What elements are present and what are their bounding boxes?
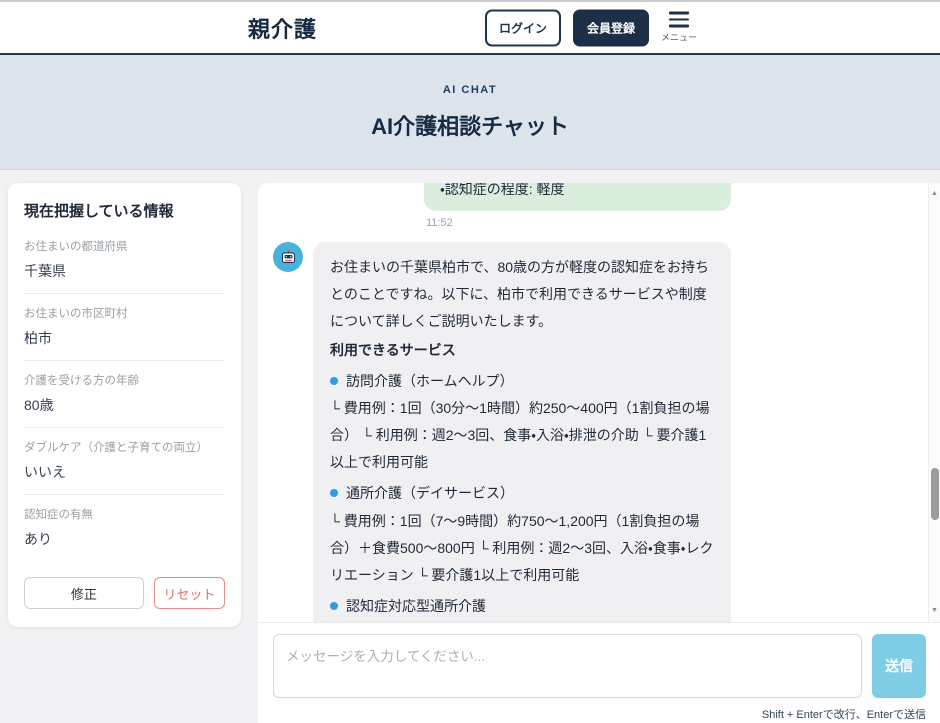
bullet-icon bbox=[330, 489, 338, 497]
user-message: ・認知症の程度: 軽度 11:52 bbox=[424, 183, 731, 229]
message-timestamp: 11:52 bbox=[426, 217, 731, 229]
known-info-panel: 現在把握している情報 お住まいの都道府県 千葉県 お住まいの市区町村 柏市 介護… bbox=[8, 183, 241, 627]
sidebar-buttons: 修正 リセット bbox=[24, 577, 225, 609]
info-label: お住まいの都道府県 bbox=[24, 238, 225, 254]
robot-icon bbox=[280, 249, 297, 266]
info-label: 介護を受ける方の年齢 bbox=[24, 372, 225, 388]
chat-input-row: 送信 bbox=[273, 634, 926, 698]
reset-button[interactable]: リセット bbox=[154, 577, 225, 609]
info-label: ダブルケア（介護と子育ての両立） bbox=[24, 439, 225, 455]
info-label: 認知症の有無 bbox=[24, 506, 225, 522]
service-item-title: 認知症対応型通所介護 bbox=[330, 593, 714, 620]
known-info-title: 現在把握している情報 bbox=[24, 200, 225, 221]
keyboard-hint: Shift + Enterで改行、Enterで送信 bbox=[273, 706, 926, 722]
hamburger-icon bbox=[669, 12, 689, 28]
bot-section-title: 利用できるサービス bbox=[330, 337, 714, 364]
chat-message-list: ・認知症の程度: 軽度 11:52 お住まいの千葉県柏 bbox=[258, 183, 928, 622]
info-value: 柏市 bbox=[24, 328, 225, 348]
page-title: AI介護相談チャット bbox=[371, 109, 569, 141]
chat-input-area: 送信 Shift + Enterで改行、Enterで送信 bbox=[258, 622, 940, 723]
bullet-icon bbox=[330, 377, 338, 385]
main-content: 現在把握している情報 お住まいの都道府県 千葉県 お住まいの市区町村 柏市 介護… bbox=[0, 170, 940, 723]
header-actions: ログイン 会員登録 メニュー bbox=[485, 9, 697, 46]
info-field-prefecture: お住まいの都道府県 千葉県 bbox=[24, 227, 225, 294]
service-item-title: 通所介護（デイサービス） bbox=[330, 480, 714, 507]
service-name: 認知症対応型通所介護 bbox=[346, 593, 486, 620]
service-item-title: 訪問介護（ホームヘルプ） bbox=[330, 368, 714, 395]
chat-scrollbar[interactable]: ▲ ▼ bbox=[928, 183, 940, 622]
info-value: 80歳 bbox=[24, 395, 225, 415]
service-name: 通所介護（デイサービス） bbox=[346, 480, 514, 507]
menu-button[interactable]: メニュー bbox=[661, 12, 697, 44]
info-value: 千葉県 bbox=[24, 261, 225, 281]
service-name: 訪問介護（ホームヘルプ） bbox=[346, 368, 514, 395]
info-value: あり bbox=[24, 529, 225, 549]
info-field-dementia: 認知症の有無 あり bbox=[24, 495, 225, 561]
message-input[interactable] bbox=[273, 634, 862, 698]
register-button[interactable]: 会員登録 bbox=[573, 9, 649, 46]
bullet-icon bbox=[330, 602, 338, 610]
info-label: お住まいの市区町村 bbox=[24, 305, 225, 321]
bot-message-bubble: お住まいの千葉県柏市で、80歳の方が軽度の認知症をお持ちとのことですね。以下に、… bbox=[313, 242, 731, 622]
menu-label: メニュー bbox=[661, 30, 697, 43]
hero-banner: AI CHAT AI介護相談チャット bbox=[0, 55, 940, 170]
hero-eyebrow: AI CHAT bbox=[443, 84, 497, 96]
bot-avatar bbox=[273, 242, 303, 272]
bot-intro-text: お住まいの千葉県柏市で、80歳の方が軽度の認知症をお持ちとのことですね。以下に、… bbox=[330, 254, 714, 335]
info-field-city: お住まいの市区町村 柏市 bbox=[24, 294, 225, 361]
scroll-up-arrow-icon[interactable]: ▲ bbox=[929, 190, 940, 197]
site-header: 親介護 ログイン 会員登録 メニュー bbox=[0, 2, 940, 55]
info-field-double-care: ダブルケア（介護と子育ての両立） いいえ bbox=[24, 428, 225, 495]
scroll-down-arrow-icon[interactable]: ▼ bbox=[929, 607, 940, 614]
user-message-bubble: ・認知症の程度: 軽度 bbox=[424, 183, 731, 211]
login-button[interactable]: ログイン bbox=[485, 9, 561, 46]
bot-message: お住まいの千葉県柏市で、80歳の方が軽度の認知症をお持ちとのことですね。以下に、… bbox=[273, 242, 731, 622]
chat-panel: ・認知症の程度: 軽度 11:52 お住まいの千葉県柏 bbox=[258, 183, 940, 723]
site-logo[interactable]: 親介護 bbox=[248, 12, 317, 44]
edit-button[interactable]: 修正 bbox=[24, 577, 144, 609]
info-field-age: 介護を受ける方の年齢 80歳 bbox=[24, 361, 225, 428]
service-detail: └ 費用例：1回（7〜9時間）約750〜1,200円（1割負担の場合）＋食費50… bbox=[330, 508, 714, 589]
scrollbar-thumb[interactable] bbox=[931, 468, 939, 520]
service-detail: └ 費用例：1回（30分〜1時間）約250〜400円（1割負担の場合） └ 利用… bbox=[330, 395, 714, 476]
info-value: いいえ bbox=[24, 462, 225, 482]
send-button[interactable]: 送信 bbox=[872, 634, 926, 698]
